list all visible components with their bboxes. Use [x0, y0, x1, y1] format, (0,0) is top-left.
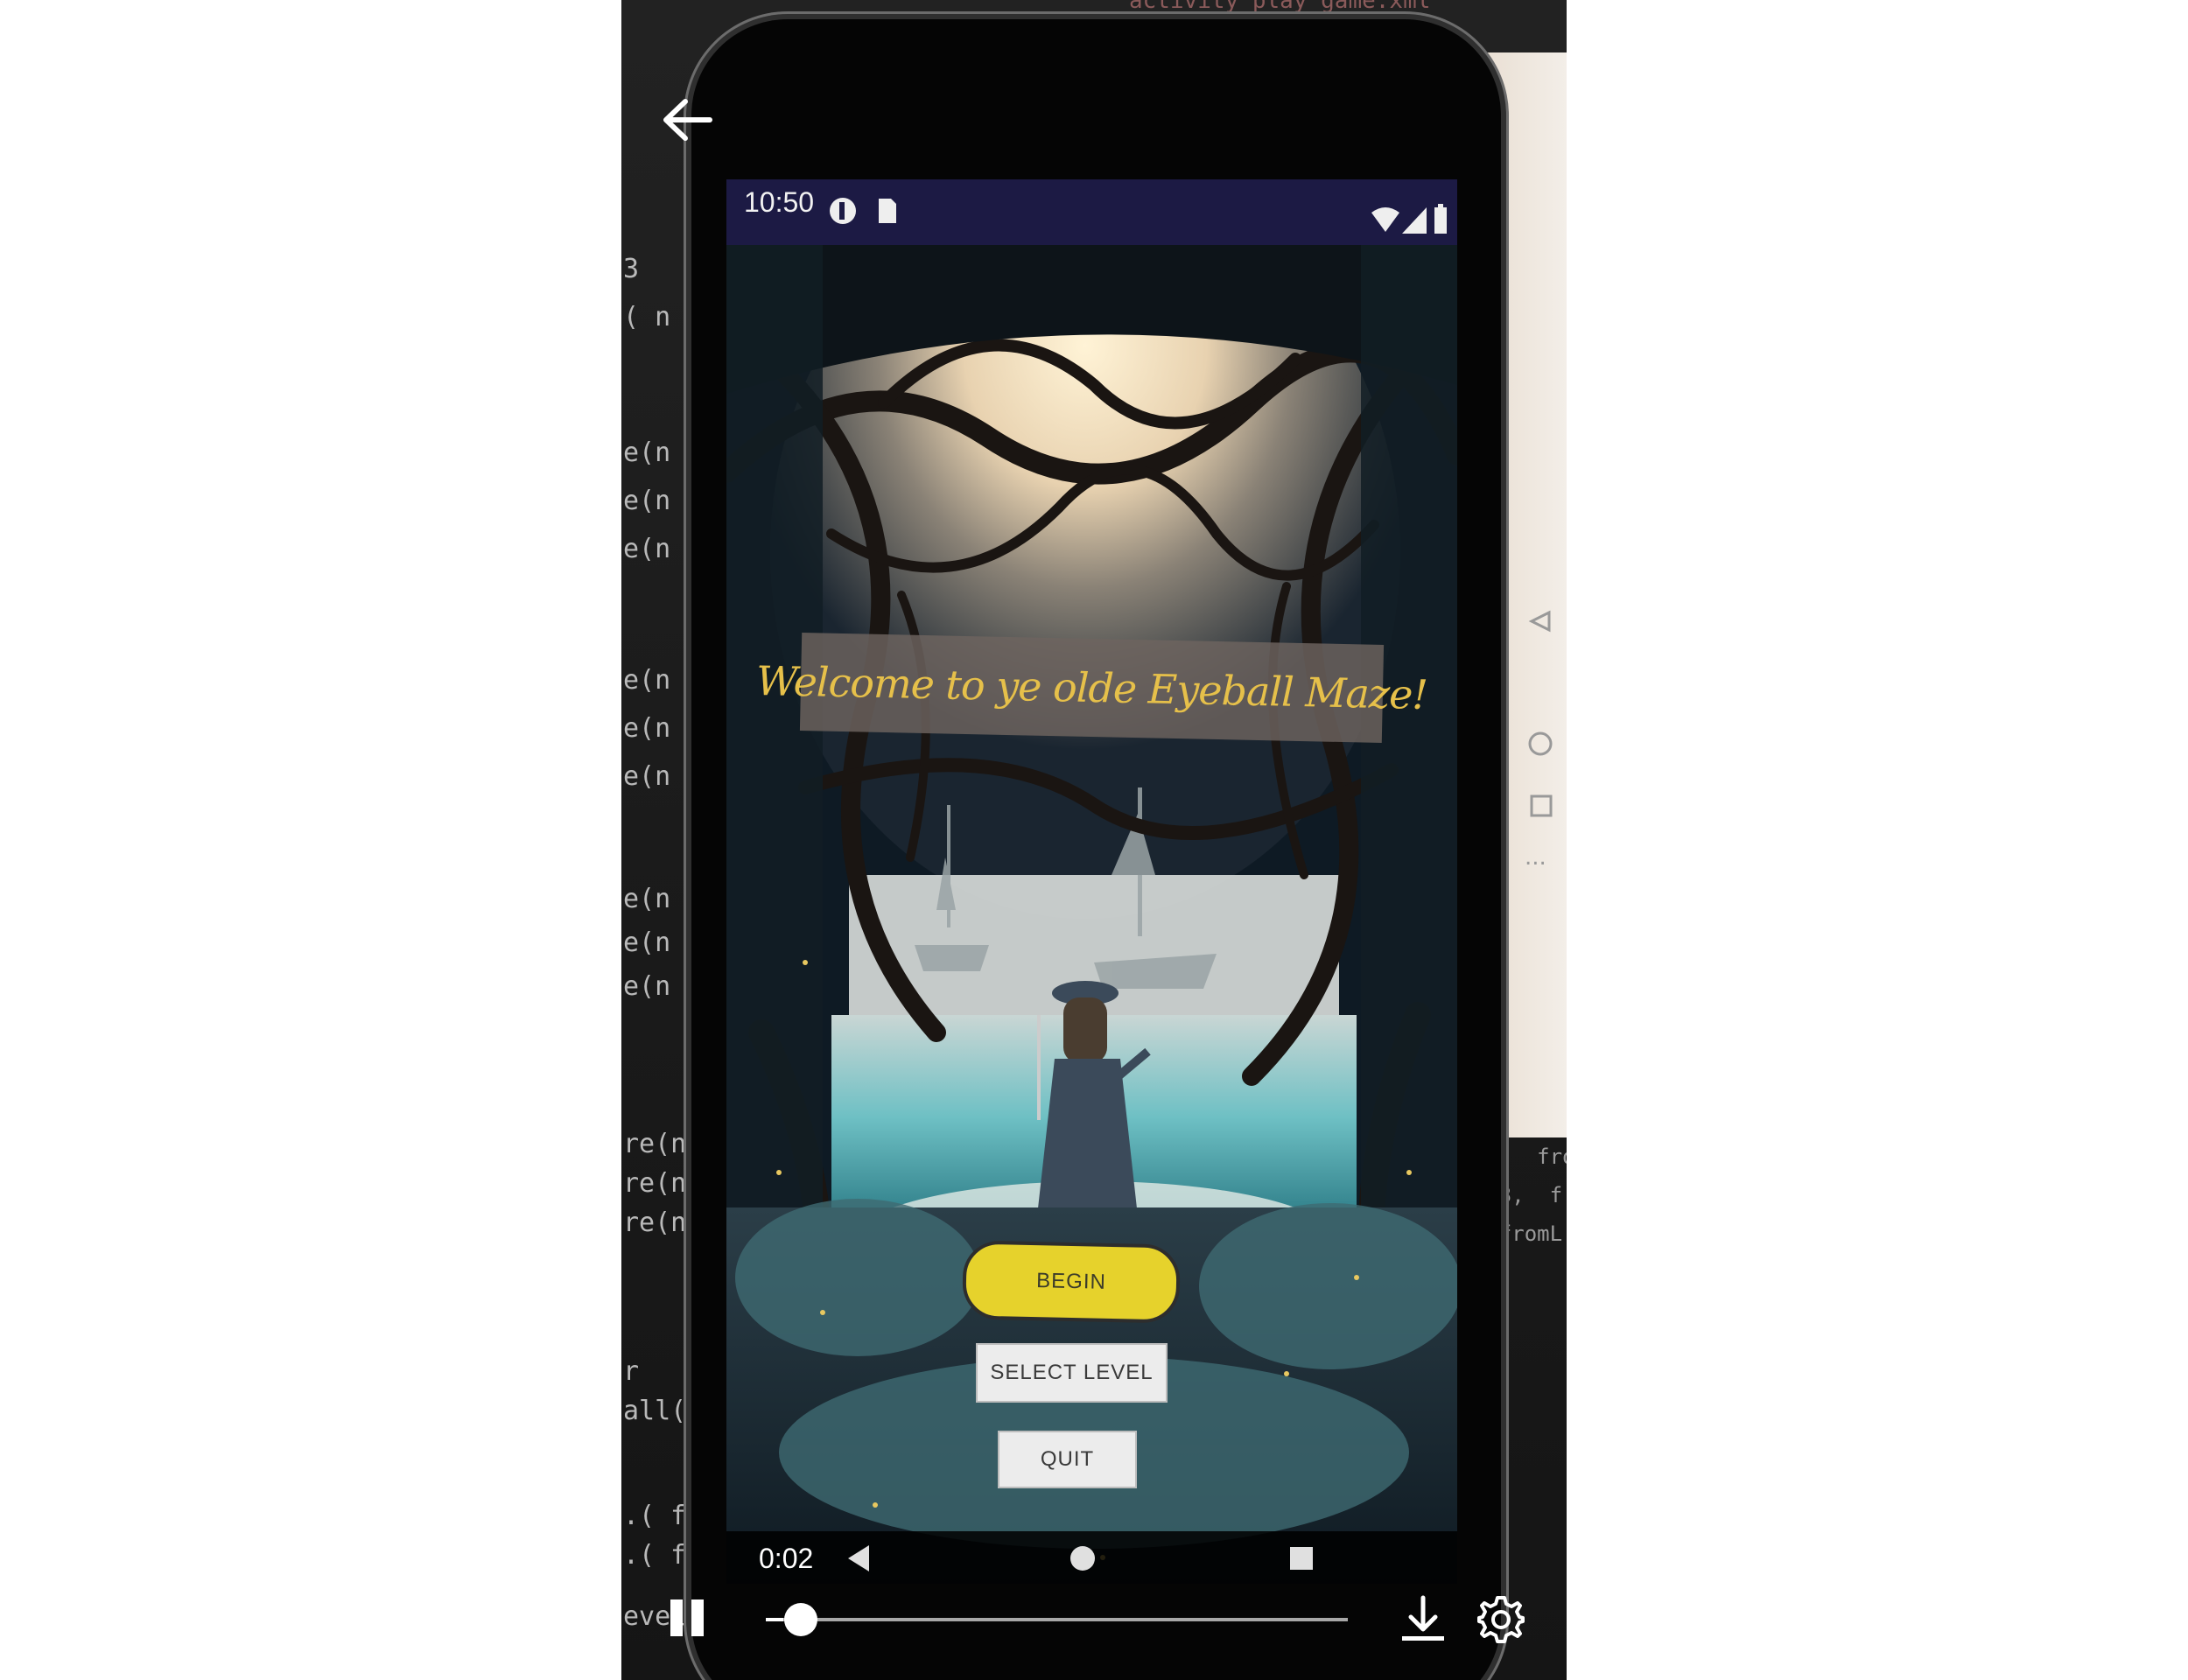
download-icon[interactable] — [1399, 1594, 1448, 1643]
code-line: e(n — [623, 884, 671, 914]
code-line: e(n — [623, 534, 671, 564]
svg-text:...: ... — [1525, 844, 1546, 871]
code-line: ( n — [623, 302, 671, 332]
code-line: r — [623, 1356, 640, 1387]
android-nav-bar — [726, 1531, 1457, 1584]
video-viewer: 3 ( n e(n e(n e(n e(n e(n e(n e(n e(n e(n re(n re(n r… — [0, 0, 2188, 1680]
seek-bar[interactable] — [766, 1618, 1348, 1621]
code-line: e(n — [623, 486, 671, 516]
code-line: all( — [623, 1396, 687, 1426]
wifi-icon — [1371, 207, 1399, 232]
notification-icon — [830, 198, 856, 224]
background-code: 3 ( n e(n e(n e(n e(n e(n e(n e(n e(n e(n re(n re(n r… — [621, 0, 718, 1680]
select-level-button[interactable]: SELECT LEVEL — [976, 1343, 1168, 1403]
welcome-title: Welcome to ye olde Eyeball Maze! — [755, 656, 1428, 719]
code-line: e(n — [623, 761, 671, 792]
nav-recents-icon[interactable] — [1287, 1544, 1316, 1573]
code-line: e(n — [623, 713, 671, 744]
status-bar: 10:50 — [726, 179, 1457, 245]
sd-card-icon — [879, 199, 896, 223]
playback-time: 0:02 — [759, 1543, 814, 1574]
code-line: 3 — [623, 254, 640, 284]
signal-icon — [1402, 207, 1427, 234]
code-line: e(n — [623, 928, 671, 958]
video-frame[interactable]: 3 ( n e(n e(n e(n e(n e(n e(n e(n e(n e(n re(n re(n r… — [621, 0, 1567, 1680]
background-file-tab: activity play game.xml — [1129, 0, 1431, 14]
begin-button[interactable]: BEGIN — [962, 1240, 1181, 1324]
seek-thumb[interactable] — [783, 1603, 817, 1636]
code-line: e(n — [623, 438, 671, 468]
code-line: re(n — [623, 1208, 687, 1238]
status-time: 10:50 — [744, 186, 815, 218]
code-line: e(n — [623, 971, 671, 1002]
pause-icon[interactable] — [665, 1598, 709, 1638]
title-banner: Welcome to ye olde Eyeball Maze! — [756, 633, 1427, 743]
phone-screen: 10:50 Welcome to ye olde Eyeball Maze! B… — [726, 179, 1457, 1584]
game-background-scene: Welcome to ye olde Eyeball Maze! BEGIN S… — [726, 184, 1457, 1584]
battery-icon — [1434, 204, 1447, 234]
settings-icon[interactable] — [1476, 1594, 1526, 1645]
back-arrow-icon[interactable] — [661, 98, 713, 142]
nav-home-icon[interactable] — [1068, 1544, 1098, 1573]
code-line: e(n — [623, 665, 671, 696]
seek-bar-progress — [766, 1618, 783, 1621]
nav-back-icon[interactable] — [845, 1544, 874, 1573]
code-line: re(n — [623, 1168, 687, 1199]
code-line: re(n — [623, 1129, 687, 1159]
quit-button[interactable]: QUIT — [998, 1431, 1137, 1488]
